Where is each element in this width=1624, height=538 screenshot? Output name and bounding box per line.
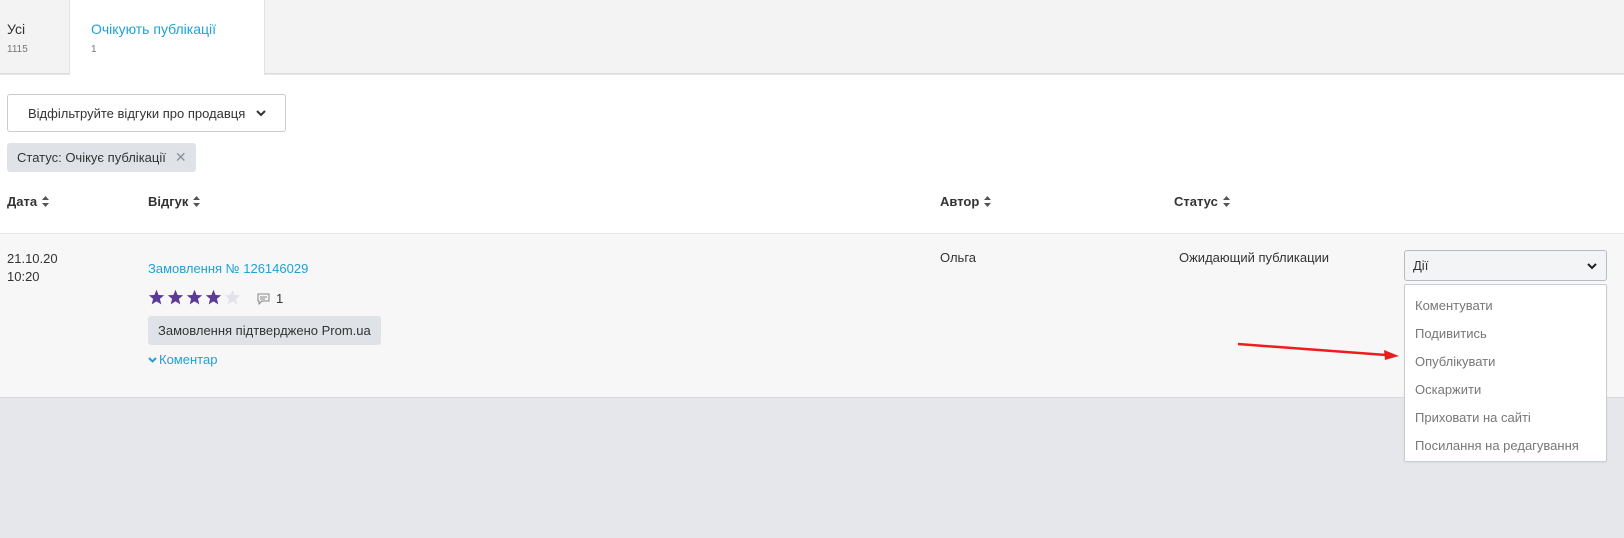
star-filled-icon — [205, 289, 222, 305]
rating-stars — [148, 289, 243, 306]
review-author: Ольга — [940, 250, 977, 265]
tab-all-count: 1115 — [7, 44, 28, 55]
column-header-status-label: Статус — [1174, 194, 1218, 209]
chevron-down-icon — [256, 110, 266, 117]
star-filled-icon — [186, 289, 203, 305]
close-icon[interactable]: ✕ — [175, 149, 187, 166]
column-header-date[interactable]: Дата — [7, 194, 50, 209]
comment-toggle-label: Коментар — [159, 352, 218, 367]
sort-icon — [193, 196, 201, 207]
tab-pending-label: Очікують публікації — [91, 21, 217, 37]
actions-menu-item[interactable]: Опублікувати — [1405, 348, 1606, 376]
actions-menu-item[interactable]: Приховати на сайті — [1405, 404, 1606, 432]
actions-select[interactable]: Дії — [1404, 250, 1607, 281]
actions-menu-item[interactable]: Посилання на редагування — [1405, 432, 1606, 460]
chevron-down-icon — [148, 357, 157, 363]
active-filter-chip: Статус: Очікує публікації ✕ — [7, 143, 196, 172]
actions-select-label: Дії — [1413, 258, 1429, 273]
annotation-arrow — [1237, 342, 1399, 360]
column-header-date-label: Дата — [7, 194, 38, 209]
column-header-author[interactable]: Автор — [940, 194, 992, 209]
chevron-down-icon — [1587, 263, 1597, 270]
star-empty-icon — [224, 289, 241, 305]
actions-menu-item[interactable]: Подивитись — [1405, 320, 1606, 348]
actions-dropdown-menu: Коментувати Подивитись Опублікувати Оскаржи… — [1404, 284, 1607, 462]
sort-icon — [984, 196, 992, 207]
tabs-bar: Усі 1115 Очікують публікації 1 — [0, 0, 1624, 75]
review-time: 10:20 — [7, 269, 40, 284]
order-confirmed-badge: Замовлення підтверджено Prom.ua — [148, 316, 381, 345]
sort-icon — [1222, 196, 1230, 207]
filter-dropdown-button[interactable]: Відфільтруйте відгуки про продавця — [7, 94, 286, 132]
column-header-author-label: Автор — [940, 194, 980, 209]
review-date-cell: 21.10.20 10:20 — [7, 250, 77, 286]
star-filled-icon — [167, 289, 184, 305]
review-status: Ожидающий публикации — [1179, 250, 1330, 265]
tab-all-label: Усі — [7, 21, 26, 37]
comment-toggle[interactable]: Коментар — [148, 352, 217, 367]
column-header-status[interactable]: Статус — [1174, 194, 1230, 209]
tab-pending[interactable]: Очікують публікації 1 — [69, 0, 265, 75]
tab-pending-count: 1 — [91, 44, 97, 55]
actions-menu-item[interactable]: Коментувати — [1405, 292, 1606, 320]
star-filled-icon — [148, 289, 165, 305]
tab-all[interactable]: Усі 1115 — [0, 0, 69, 74]
table-row: 21.10.20 10:20 Замовлення № 126146029 1 … — [0, 233, 1624, 398]
actions-menu-item[interactable]: Оскаржити — [1405, 376, 1606, 404]
column-header-review[interactable]: Відгук — [148, 194, 201, 209]
active-filter-label: Статус: Очікує публікації — [17, 150, 166, 165]
comment-icon — [257, 293, 270, 305]
sort-icon — [42, 196, 50, 207]
review-date: 21.10.20 — [7, 251, 58, 266]
column-header-review-label: Відгук — [148, 194, 189, 209]
comment-count: 1 — [257, 291, 283, 306]
order-link[interactable]: Замовлення № 126146029 — [148, 261, 308, 276]
filter-dropdown-label: Відфільтруйте відгуки про продавця — [28, 105, 246, 121]
comment-count-value: 1 — [276, 291, 284, 306]
